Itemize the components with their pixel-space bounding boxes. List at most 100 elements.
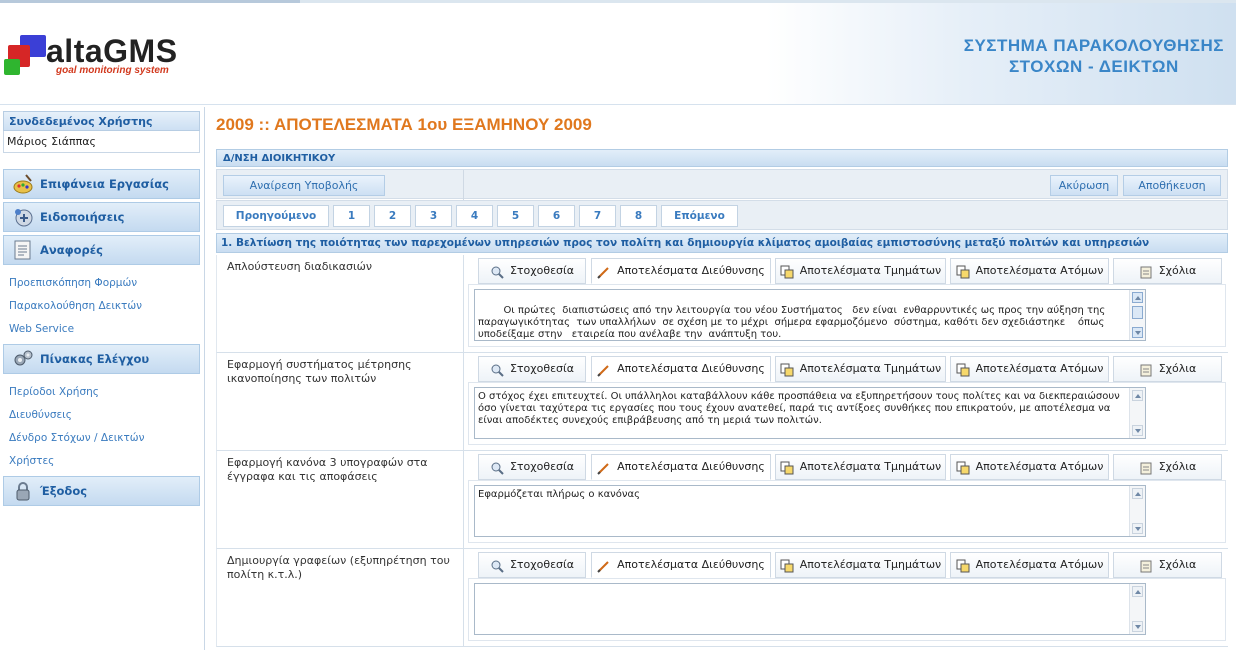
nav-logout-label: Έξοδος (40, 484, 88, 498)
pager-next-button[interactable]: Επόμενο (661, 205, 738, 227)
magnifier-icon (490, 264, 504, 279)
tab-department-results[interactable]: Αποτελέσματα Διεύθυνσης (591, 552, 771, 578)
system-title-line2: ΣΤΟΧΩΝ - ΔΕΙΚΤΩΝ (1008, 57, 1179, 76)
tab-label: Σχόλια (1158, 362, 1197, 375)
pager-page-button[interactable]: 1 (333, 205, 370, 227)
tab-targeting[interactable]: Στοχοθεσία (478, 552, 586, 578)
tab-label: Αποτελέσματα Διεύθυνσης (617, 558, 765, 571)
tab-department-results[interactable]: Αποτελέσματα Διεύθυνσης (591, 454, 771, 480)
tab-person-results[interactable]: Αποτελέσματα Ατόμων (950, 552, 1109, 578)
magnifier-icon (490, 558, 504, 573)
gears-icon (12, 348, 34, 370)
documents-icon (956, 460, 970, 475)
link-departments[interactable]: Διευθύνσεις (9, 409, 72, 421)
result-text: Εφαρμόζεται πλήρως ο κανόνας (478, 489, 640, 500)
magnifier-icon (490, 460, 504, 475)
indicator-row: Εφαρμογή κανόνα 3 υπογραφών στα έγγραφα … (216, 451, 1228, 549)
pencil-icon (597, 362, 611, 377)
section-title: Δ/ΝΣΗ ΔΙΟΙΚΗΤΙΚΟΥ (216, 149, 1228, 167)
nav-desktop[interactable]: Επιφάνεια Εργασίας (3, 169, 200, 199)
tab-person-results[interactable]: Αποτελέσματα Ατόμων (950, 454, 1109, 480)
tab-label: Αποτελέσματα Ατόμων (975, 362, 1104, 375)
tab-section-results[interactable]: Αποτελέσματα Τμημάτων (775, 258, 946, 284)
logged-user-title: Συνδεδεμένος Χρήστης (3, 111, 200, 131)
result-textarea[interactable]: Εφαρμόζεται πλήρως ο κανόνας (474, 485, 1146, 537)
nav-notifications-label: Ειδοποιήσεις (40, 210, 125, 224)
indicator-panel: Στοχοθεσία Αποτελέσματα Διεύθυνσης Αποτε… (463, 549, 1229, 647)
tab-label: Αποτελέσματα Τμημάτων (799, 558, 942, 571)
result-textarea[interactable]: Οι πρώτες διαπιστώσεις από την λειτουργί… (474, 289, 1146, 341)
tab-section-results[interactable]: Αποτελέσματα Τμημάτων (775, 552, 946, 578)
tab-label: Αποτελέσματα Τμημάτων (799, 264, 942, 277)
pager-page-button[interactable]: 2 (374, 205, 411, 227)
indicator-label: Εφαρμογή συστήματος μέτρησης ικανοποίηση… (227, 358, 412, 385)
tab-targeting[interactable]: Στοχοθεσία (478, 258, 586, 284)
pager-prev-button[interactable]: Προηγούμενο (223, 205, 329, 227)
documents-icon (780, 558, 794, 573)
page-title: 2009 :: ΑΠΟΤΕΛΕΣΜΑΤΑ 1ου ΕΞΑΜΗΝΟΥ 2009 (216, 115, 592, 134)
link-goal-tree[interactable]: Δένδρο Στόχων / Δεικτών (9, 432, 144, 444)
textarea-scrollbar[interactable] (1129, 486, 1145, 536)
textarea-scrollbar[interactable] (1129, 584, 1145, 634)
tab-targeting[interactable]: Στοχοθεσία (478, 454, 586, 480)
tab-label: Σχόλια (1158, 264, 1197, 277)
result-textarea[interactable]: Ο στόχος έχει επιτευχτεί. Οι υπάλληλοι κ… (474, 387, 1146, 439)
magnifier-icon (490, 362, 504, 377)
tab-comments[interactable]: Σχόλια (1113, 454, 1222, 480)
tab-targeting[interactable]: Στοχοθεσία (478, 356, 586, 382)
link-form-preview[interactable]: Προεπισκόπηση Φορμών (9, 277, 137, 289)
indicator-row: Απλούστευση διαδικασιών Στοχοθεσία Αποτε… (216, 255, 1228, 353)
nav-control-panel[interactable]: Πίνακας Ελέγχου (3, 344, 200, 374)
tab-section-results[interactable]: Αποτελέσματα Τμημάτων (775, 454, 946, 480)
nav-reports[interactable]: Αναφορές (3, 235, 200, 265)
tab-department-results[interactable]: Αποτελέσματα Διεύθυνσης (591, 356, 771, 382)
cancel-button[interactable]: Ακύρωση (1050, 175, 1118, 196)
tab-label: Αποτελέσματα Ατόμων (975, 460, 1104, 473)
goal-title: 1. Βελτίωση της ποιότητας των παρεχομένω… (216, 233, 1228, 253)
pager-page-button[interactable]: 3 (415, 205, 452, 227)
tab-section-results[interactable]: Αποτελέσματα Τμημάτων (775, 356, 946, 382)
link-indicator-monitoring[interactable]: Παρακολούθηση Δεικτών (9, 300, 142, 312)
pager-page-button[interactable]: 6 (538, 205, 575, 227)
app-header: altaGMS goal monitoring system ΣΥΣΤΗΜΑ Π… (0, 3, 1236, 105)
result-text: Οι πρώτες διαπιστώσεις από την λειτουργί… (478, 305, 1106, 340)
link-usage-periods[interactable]: Περίοδοι Χρήσης (9, 386, 99, 398)
tab-label: Σχόλια (1158, 460, 1197, 473)
pagination: Προηγούμενο 1 2 3 4 5 6 7 8 Επόμενο (216, 200, 1228, 230)
tab-comments[interactable]: Σχόλια (1113, 258, 1222, 284)
tab-person-results[interactable]: Αποτελέσματα Ατόμων (950, 258, 1109, 284)
action-toolbar: Αναίρεση Υποβολής Ακύρωση Αποθήκευση (216, 169, 1228, 200)
nav-control-panel-label: Πίνακας Ελέγχου (40, 352, 150, 366)
tab-comments[interactable]: Σχόλια (1113, 356, 1222, 382)
link-web-service[interactable]: Web Service (9, 323, 74, 335)
pager-page-button[interactable]: 5 (497, 205, 534, 227)
save-button[interactable]: Αποθήκευση (1123, 175, 1221, 196)
tab-label: Στοχοθεσία (509, 362, 574, 375)
nav-logout[interactable]: Έξοδος (3, 476, 200, 506)
pager-page-button[interactable]: 8 (620, 205, 657, 227)
documents-icon (956, 362, 970, 377)
nav-notifications[interactable]: Ειδοποιήσεις (3, 202, 200, 232)
tab-department-results[interactable]: Αποτελέσματα Διεύθυνσης (591, 258, 771, 284)
documents-icon (956, 264, 970, 279)
documents-icon (956, 558, 970, 573)
logo-tagline: goal monitoring system (56, 65, 169, 76)
pager-page-button[interactable]: 4 (456, 205, 493, 227)
link-users[interactable]: Χρήστες (9, 455, 54, 467)
tab-label: Σχόλια (1158, 558, 1197, 571)
indicator-label: Εφαρμογή κανόνα 3 υπογραφών στα έγγραφα … (227, 456, 428, 483)
textarea-scrollbar[interactable] (1129, 290, 1145, 340)
withdraw-submission-button[interactable]: Αναίρεση Υποβολής (223, 175, 385, 196)
indicator-label: Απλούστευση διαδικασιών (227, 260, 373, 273)
tab-person-results[interactable]: Αποτελέσματα Ατόμων (950, 356, 1109, 382)
result-textarea[interactable] (474, 583, 1146, 635)
report-icon (12, 239, 34, 261)
pencil-icon (597, 558, 611, 573)
tab-label: Στοχοθεσία (509, 558, 574, 571)
tab-label: Αποτελέσματα Τμημάτων (799, 460, 942, 473)
lock-icon (12, 480, 34, 502)
pager-page-button[interactable]: 7 (579, 205, 616, 227)
textarea-scrollbar[interactable] (1129, 388, 1145, 438)
tab-comments[interactable]: Σχόλια (1113, 552, 1222, 578)
app-logo[interactable]: altaGMS goal monitoring system (4, 33, 204, 83)
